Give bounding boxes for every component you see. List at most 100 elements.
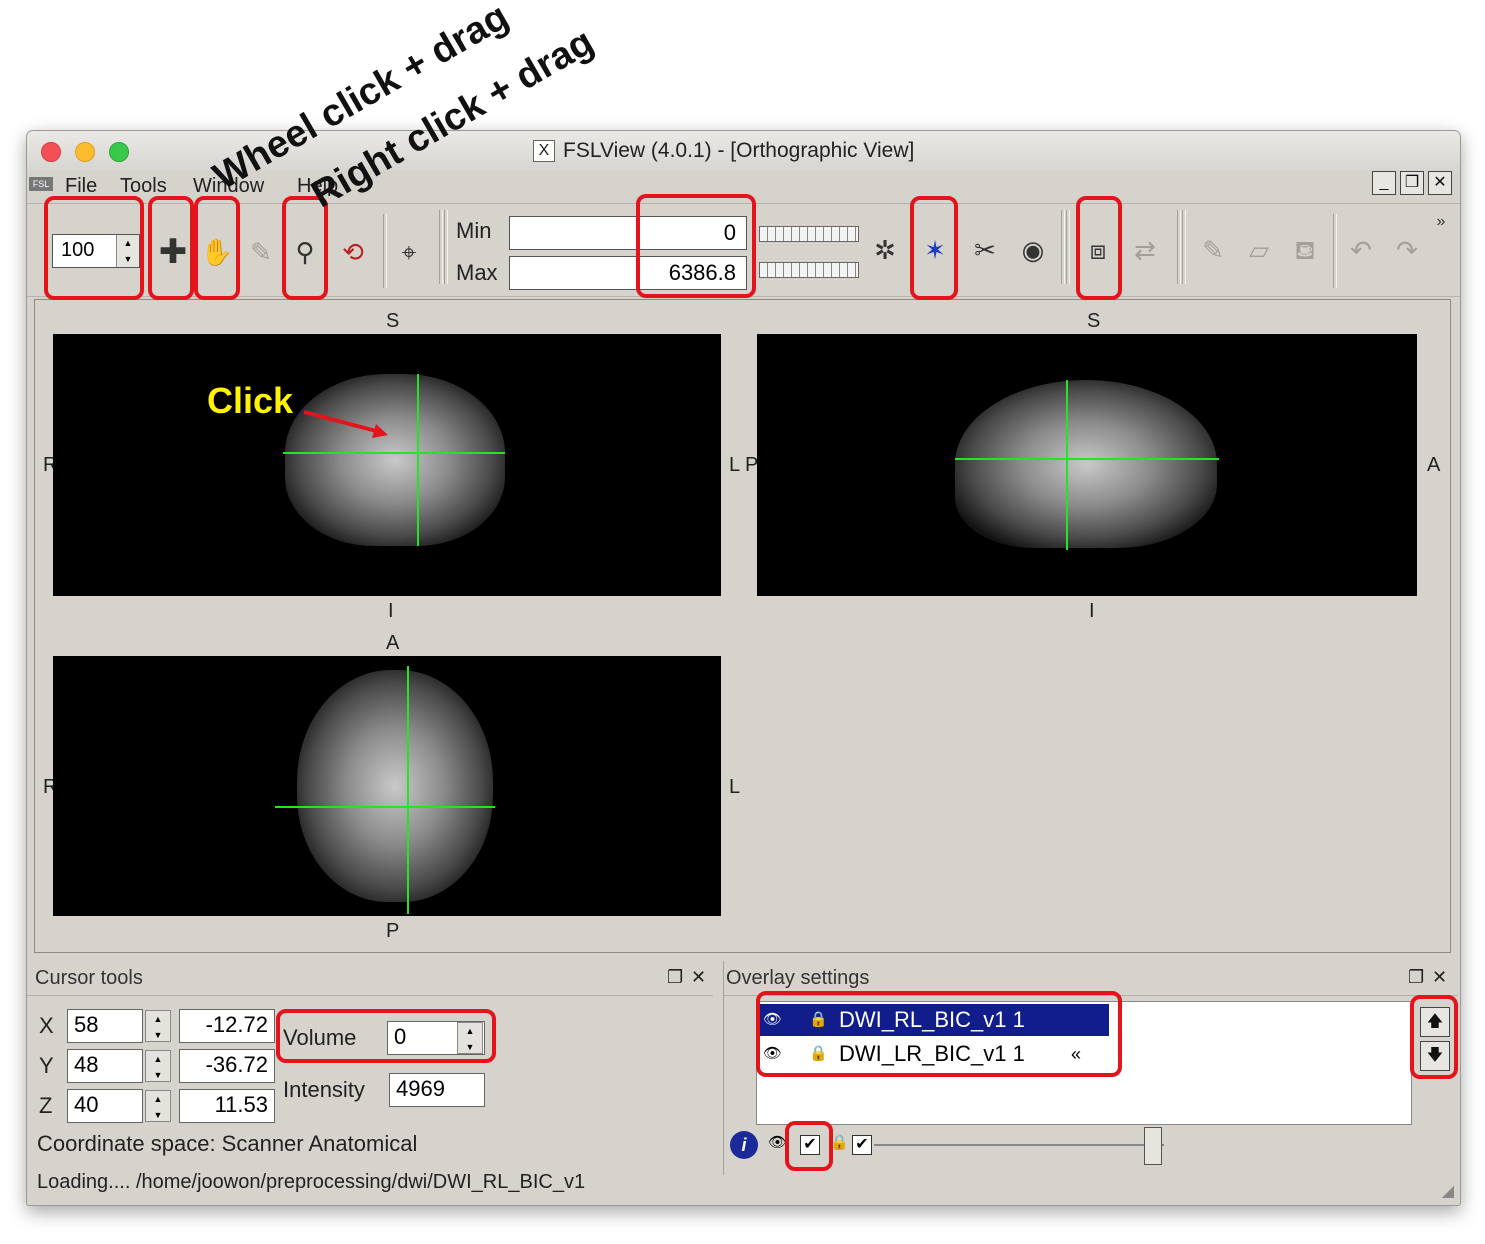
- redo-icon[interactable]: ↷: [1385, 230, 1429, 270]
- intensity-field: 4969: [389, 1073, 485, 1107]
- float-panel-icon[interactable]: ❐: [1408, 967, 1424, 988]
- highlight-cursor-tool: [148, 196, 194, 300]
- sagittal-brain-image: [955, 380, 1217, 548]
- close-panel-icon[interactable]: ✕: [1432, 967, 1447, 988]
- axial-bottom-label: P: [386, 920, 400, 942]
- lock-checkbox[interactable]: ✔: [852, 1135, 872, 1155]
- crosshair-vertical: [407, 666, 409, 914]
- pencil-disabled-icon[interactable]: ✎: [241, 232, 281, 272]
- transparency-slider-track[interactable]: [874, 1144, 1164, 1146]
- undo-icon[interactable]: ↶: [1339, 230, 1383, 270]
- sagittal-top-label: S: [1087, 310, 1101, 332]
- cursor-tools-panel: Cursor tools ❐ ✕ X 58 ▲ ▼ -12.72 Y 48 ▲ ▼ …: [27, 961, 713, 1175]
- x-voxel-field[interactable]: 58: [67, 1009, 143, 1043]
- overlay-settings-title: Overlay settings: [726, 967, 870, 989]
- toolbar-separator: [1177, 210, 1181, 284]
- crosshair-horizontal: [955, 458, 1219, 460]
- transparency-slider-handle[interactable]: [1144, 1127, 1162, 1165]
- zoom-window-button[interactable]: [109, 142, 129, 162]
- atlas-tool-icon[interactable]: ✂: [963, 230, 1007, 270]
- toolbar-separator: [383, 214, 387, 288]
- highlight-min-max: [636, 194, 756, 298]
- sagittal-view[interactable]: [757, 334, 1417, 596]
- window-title: X FSLView (4.0.1) - [Orthographic View]: [533, 139, 914, 163]
- sagittal-bottom-label: I: [1089, 600, 1095, 622]
- toolbar-more-icon[interactable]: »: [1429, 212, 1453, 232]
- highlight-layer-order-buttons: [1410, 995, 1458, 1079]
- window-title-text: FSLView (4.0.1) - [Orthographic View]: [563, 139, 915, 162]
- crosshair-horizontal: [275, 806, 495, 808]
- axial-brain-image: [297, 670, 493, 902]
- x-spin-arrows[interactable]: ▲ ▼: [145, 1010, 171, 1042]
- highlight-landmark-tool: [910, 196, 958, 300]
- z-voxel-field[interactable]: 40: [67, 1089, 143, 1123]
- y-voxel-field[interactable]: 48: [67, 1049, 143, 1083]
- center-crosshair-icon[interactable]: ⌖: [389, 232, 429, 272]
- crosshair-horizontal: [283, 452, 505, 454]
- highlight-volume: [276, 1009, 496, 1063]
- click-arrow-icon: [303, 410, 388, 438]
- highlight-pan-tool: [194, 196, 240, 300]
- highlight-visible-checkbox: [785, 1121, 833, 1171]
- mdi-restore-button[interactable]: ❐: [1400, 171, 1424, 195]
- toolbar-separator: [1066, 210, 1070, 284]
- click-annotation: Click: [207, 380, 294, 421]
- min-label: Min: [456, 218, 492, 243]
- max-intensity-slider[interactable]: [759, 262, 859, 278]
- z-label: Z: [39, 1093, 53, 1118]
- menu-tools[interactable]: Tools: [120, 175, 167, 198]
- axial-view[interactable]: [53, 656, 721, 916]
- axial-right-label: L: [729, 776, 741, 798]
- coronal-brain-image: [285, 374, 505, 546]
- crosshair-vertical: [417, 374, 419, 546]
- toolbar-separator: [444, 210, 448, 284]
- float-panel-icon[interactable]: ❐: [667, 967, 683, 988]
- mdi-close-button[interactable]: ✕: [1428, 171, 1452, 195]
- z-spin-arrows[interactable]: ▲ ▼: [145, 1090, 171, 1122]
- y-label: Y: [39, 1053, 54, 1078]
- coronal-top-label: S: [386, 310, 400, 332]
- toolbar-separator: [439, 210, 443, 284]
- y-spin-arrows[interactable]: ▲ ▼: [145, 1050, 171, 1082]
- coronal-bottom-label: I: [388, 600, 394, 622]
- highlight-zoom-tool: [282, 196, 328, 300]
- cursor-tools-header: Cursor tools ❐ ✕: [27, 961, 713, 996]
- x11-icon: X: [533, 140, 555, 163]
- cursor-tools-title: Cursor tools: [35, 967, 143, 989]
- max-label: Max: [456, 260, 498, 285]
- y-mm-field[interactable]: -36.72: [179, 1049, 275, 1083]
- fsl-app-icon: FSL: [29, 177, 53, 191]
- close-panel-icon[interactable]: ✕: [691, 967, 706, 988]
- resize-grip-icon[interactable]: ◢: [1442, 1181, 1454, 1201]
- highlight-movie-mode: [1076, 196, 1122, 300]
- intensity-label: Intensity: [283, 1077, 365, 1102]
- menu-file[interactable]: File: [65, 175, 97, 198]
- coronal-right-label: L: [729, 454, 741, 476]
- pen-icon[interactable]: ✎: [1191, 230, 1235, 270]
- coordinate-space-label: Coordinate space: Scanner Anatomical: [37, 1131, 418, 1156]
- info-icon[interactable]: i: [730, 1131, 758, 1159]
- x-mm-field[interactable]: -12.72: [179, 1009, 275, 1043]
- highlight-zoom-spinbox: [44, 196, 144, 300]
- swap-icon[interactable]: ⇄: [1123, 230, 1167, 270]
- status-bar-text: Loading.... /home/joowon/preprocessing/d…: [37, 1171, 586, 1193]
- highlight-overlay-layers: [756, 991, 1122, 1077]
- x-label: X: [39, 1013, 54, 1038]
- binoculars-icon[interactable]: ◉: [1011, 230, 1055, 270]
- eraser-icon[interactable]: ▱: [1237, 230, 1281, 270]
- zoom-reset-icon[interactable]: ⟲: [333, 232, 373, 272]
- crosshair-vertical: [1066, 380, 1068, 550]
- coronal-view[interactable]: [53, 334, 721, 596]
- axial-top-label: A: [386, 632, 400, 654]
- toolbar-separator: [1182, 210, 1186, 284]
- minimize-window-button[interactable]: [75, 142, 95, 162]
- toolbar-separator: [1333, 214, 1337, 288]
- min-intensity-slider[interactable]: [759, 226, 859, 242]
- mdi-minimize-button[interactable]: _: [1372, 171, 1396, 195]
- close-window-button[interactable]: [41, 142, 61, 162]
- z-mm-field[interactable]: 11.53: [179, 1089, 275, 1123]
- sagittal-right-label: A: [1427, 454, 1441, 476]
- cluster-browser-icon[interactable]: ✲: [863, 230, 907, 270]
- toolbar-separator: [1061, 210, 1065, 284]
- fill-bucket-icon[interactable]: ⛾: [1283, 230, 1327, 270]
